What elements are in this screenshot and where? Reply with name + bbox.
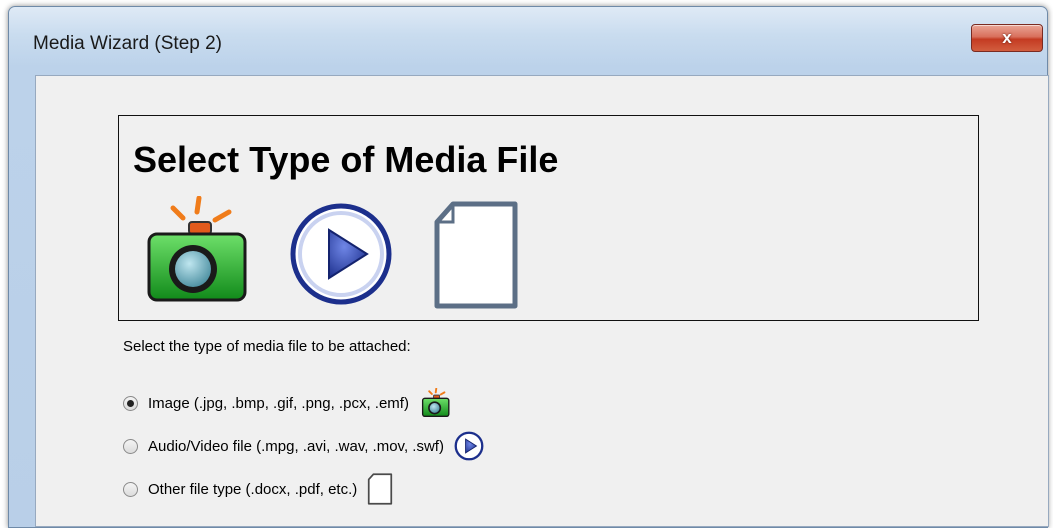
- option-other-label: Other file type (.docx, .pdf, etc.): [148, 480, 358, 498]
- play-icon: [454, 431, 484, 461]
- option-audio-video-label: Audio/Video file (.mpg, .avi, .wav, .mov…: [148, 437, 444, 455]
- radio-image[interactable]: [123, 395, 138, 411]
- camera-icon: [147, 196, 247, 302]
- camera-icon: [421, 388, 450, 418]
- page-title: Select Type of Media File: [133, 139, 559, 180]
- window-title: Media Wizard (Step 2): [33, 33, 223, 54]
- radio-other[interactable]: [123, 481, 138, 497]
- header-panel: Select Type of Media File: [118, 115, 979, 321]
- option-other[interactable]: Other file type (.docx, .pdf, etc.): [123, 473, 393, 505]
- close-icon: x: [1002, 28, 1012, 47]
- option-audio-video[interactable]: Audio/Video file (.mpg, .avi, .wav, .mov…: [123, 431, 484, 461]
- option-image[interactable]: Image (.jpg, .bmp, .gif, .png, .pcx, .em…: [123, 388, 453, 418]
- play-icon: [290, 203, 392, 305]
- radio-audio-video[interactable]: [123, 438, 138, 454]
- prompt-label: Select the type of media file to be atta…: [123, 338, 411, 355]
- option-image-label: Image (.jpg, .bmp, .gif, .png, .pcx, .em…: [148, 394, 409, 412]
- document-icon: [368, 473, 393, 505]
- wizard-content: Select Type of Media File Select the typ…: [35, 75, 1049, 527]
- wizard-window: Media Wizard (Step 2) x Select Type of M…: [8, 6, 1049, 528]
- close-button[interactable]: x: [971, 24, 1043, 52]
- document-icon: [434, 201, 518, 309]
